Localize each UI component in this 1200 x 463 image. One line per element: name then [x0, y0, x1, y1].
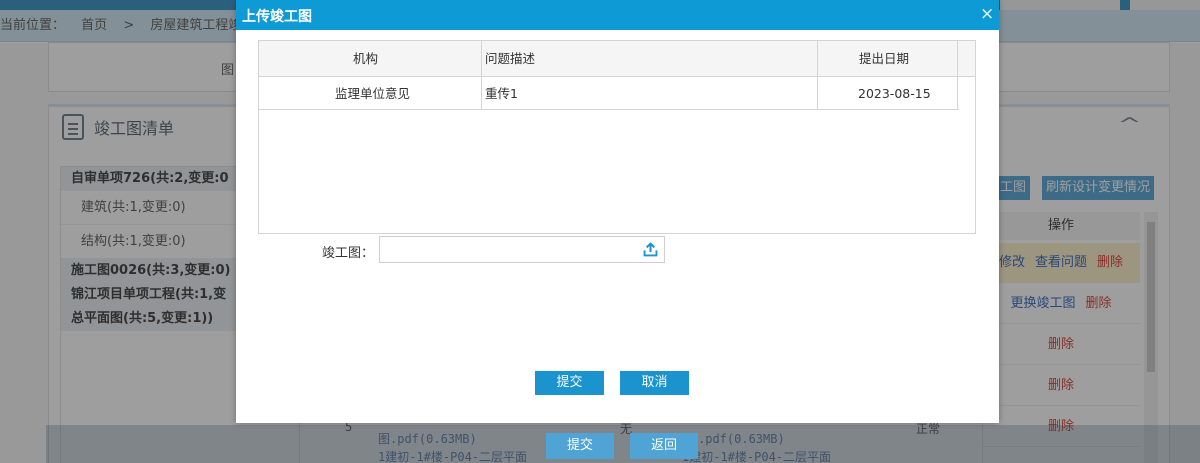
cell-org: 监理单位意见	[335, 86, 411, 101]
column-divider	[957, 41, 958, 110]
close-icon[interactable]: ×	[980, 4, 994, 24]
dialog-title: 上传竣工图	[242, 9, 312, 25]
upload-dialog: 上传竣工图 × 机构 问题描述 提出日期 监理单位意见 重传1 2023-08-…	[236, 0, 999, 423]
cell-desc: 重传1	[485, 86, 518, 101]
column-divider	[817, 41, 818, 110]
issue-table: 机构 问题描述 提出日期 监理单位意见 重传1 2023-08-15	[258, 40, 976, 234]
column-header-org: 机构	[353, 51, 379, 66]
table-row[interactable]: 监理单位意见 重传1 2023-08-15	[259, 77, 959, 110]
column-header-date: 提出日期	[859, 51, 910, 66]
file-field-label: 竣工图：	[322, 246, 375, 261]
bottom-action-bar	[46, 425, 1200, 463]
page-back-button[interactable]: 返回	[630, 433, 698, 459]
submit-button[interactable]: 提交	[535, 371, 604, 395]
cell-date: 2023-08-15	[858, 86, 931, 101]
table-header: 机构 问题描述 提出日期	[259, 41, 975, 77]
dialog-header: 上传竣工图 ×	[236, 0, 999, 30]
file-input[interactable]	[379, 236, 665, 263]
column-divider	[481, 41, 482, 110]
upload-icon[interactable]	[642, 241, 659, 258]
column-header-desc: 问题描述	[485, 51, 536, 66]
page-submit-button[interactable]: 提交	[546, 433, 614, 459]
cancel-button[interactable]: 取消	[620, 371, 689, 395]
